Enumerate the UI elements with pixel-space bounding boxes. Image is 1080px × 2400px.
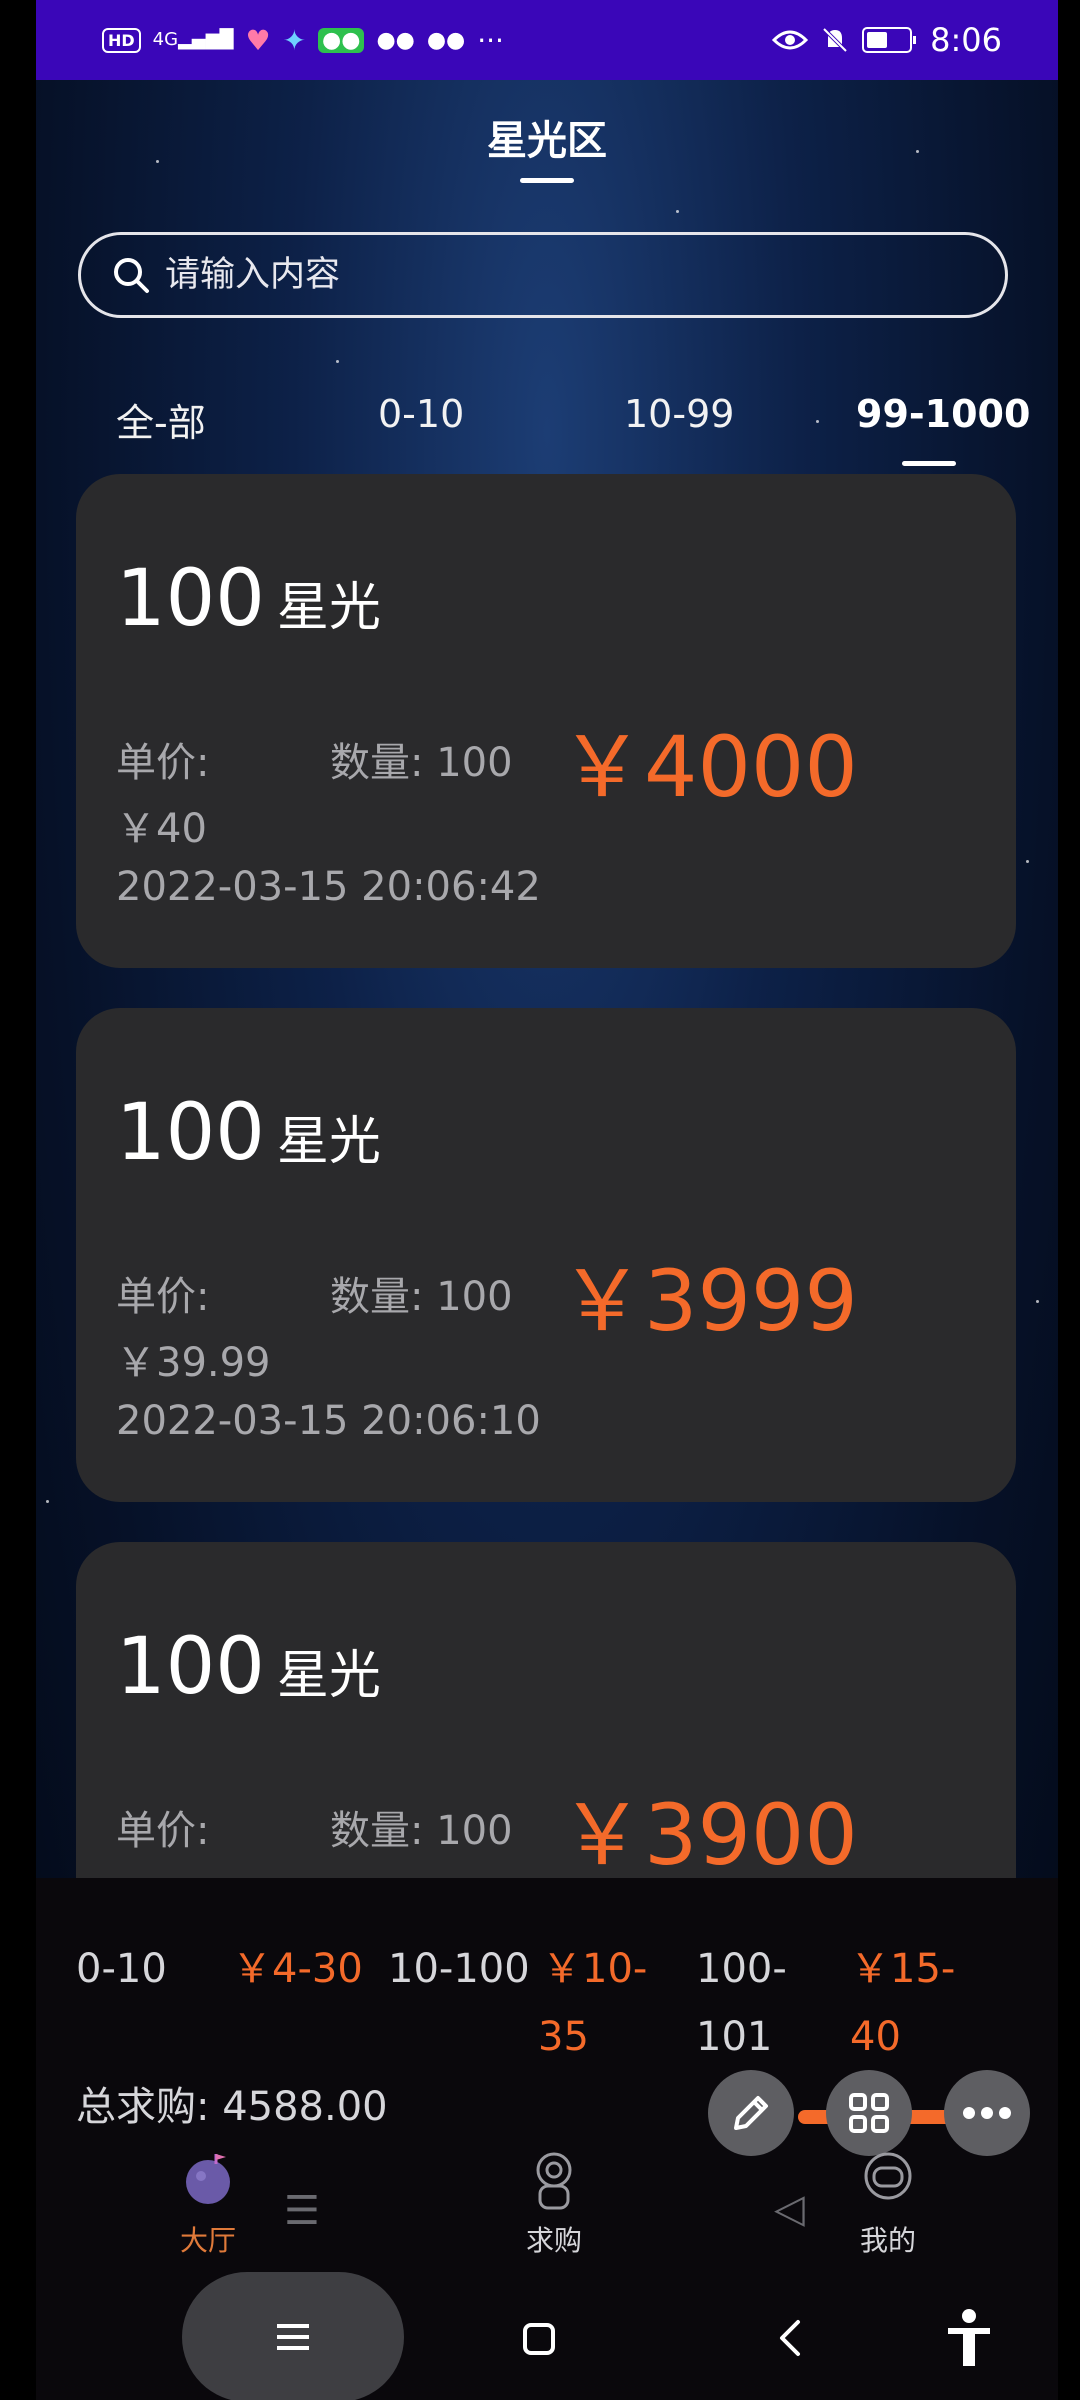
listing-card[interactable]: 100 星光 单价: 数量: 100 ￥4000 ￥40 2022-03-15 2… <box>76 474 1016 968</box>
nav-hall[interactable]: 大厅 <box>168 2148 248 2259</box>
listing-timestamp: 2022-03-15 20:06:10 <box>116 1398 541 1444</box>
planet-icon <box>186 2154 230 2204</box>
listing-amount: 100 星光 <box>116 1088 381 1178</box>
amount-unit: 星光 <box>276 578 381 638</box>
tab-0-10[interactable]: 0-10 <box>378 392 464 436</box>
pencil-icon <box>734 2096 768 2130</box>
unit-price-value: ￥40 <box>116 806 207 852</box>
summary-range: 101 <box>696 2014 773 2060</box>
listing-card[interactable]: 100 星光 单价: 数量: 100 ￥3999 ￥39.99 2022-03-1… <box>76 1008 1016 1502</box>
network-label: 4G <box>152 29 179 50</box>
astronaut-icon <box>536 2152 572 2210</box>
helmet-icon <box>864 2152 912 2200</box>
search-input[interactable] <box>163 254 967 296</box>
hd-icon: HD <box>102 27 141 53</box>
grid-icon <box>849 2093 889 2133</box>
star-decoration <box>46 1500 49 1503</box>
grid-button[interactable] <box>826 2070 912 2156</box>
battery-icon <box>862 27 917 53</box>
back-icon[interactable] <box>776 2318 804 2358</box>
unit-price-label: 单价: <box>116 1274 210 1320</box>
amount-value: 100 <box>116 554 265 644</box>
search-bar[interactable] <box>78 232 1008 318</box>
price-range-summary: 0-10 ￥4-30 10-100 ￥10- 35 100- 101 ￥15- … <box>36 1935 1058 2075</box>
listing-amount: 100 星光 <box>116 1622 381 1712</box>
summary-price: ￥4-30 <box>232 1946 363 1992</box>
amount-unit: 星光 <box>276 1112 381 1172</box>
accessibility-icon[interactable] <box>944 2308 994 2368</box>
star-decoration <box>676 210 679 213</box>
quantity-label: 数量: 100 <box>330 1808 513 1854</box>
summary-price: ￥15- <box>850 1946 956 1992</box>
menu-pill-button[interactable] <box>182 2272 404 2400</box>
amount-value: 100 <box>116 1622 265 1712</box>
broom-icon: ✦ <box>282 23 307 57</box>
total-price: ￥3900 <box>560 1786 858 1884</box>
total-price: ￥4000 <box>560 718 858 816</box>
nav-mine[interactable]: 我的 <box>848 2148 928 2259</box>
nav-request[interactable]: 求购 <box>514 2148 594 2259</box>
mute-bell-icon <box>822 27 848 53</box>
wechat-icon: ●● <box>376 27 415 53</box>
unit-price-label: 单价: <box>116 1808 210 1854</box>
unit-price-label: 单价: <box>116 740 210 786</box>
menu-overlay-icon: ☰ <box>284 2188 320 2234</box>
system-navigation <box>36 2268 1058 2400</box>
tab-10-99[interactable]: 10-99 <box>624 392 734 436</box>
summary-range: 10-100 <box>388 1946 530 1992</box>
more-icon <box>963 2107 1011 2119</box>
quantity-label: 数量: 100 <box>330 740 513 786</box>
tab-all[interactable]: 全-部 <box>116 392 206 447</box>
active-tab-indicator <box>902 461 956 466</box>
unit-price-value: ￥39.99 <box>116 1340 271 1386</box>
home-square-icon[interactable] <box>522 2322 556 2356</box>
back-overlay-icon: ◁ <box>774 2186 805 2232</box>
app-frame: HD 4G▂▄▆█ ♥ ✦ ●● ●● ●● ··· 8:06 星光区 全-部 … <box>36 0 1058 2400</box>
quantity-label: 数量: 100 <box>330 1274 513 1320</box>
more-notifications-icon: ··· <box>477 23 504 57</box>
filter-tabs: 全-部 0-10 10-99 99-1000 <box>36 392 1058 452</box>
summary-price: ￥10- <box>542 1946 648 1992</box>
pencil-button[interactable] <box>708 2070 794 2156</box>
status-bar: HD 4G▂▄▆█ ♥ ✦ ●● ●● ●● ··· 8:06 <box>36 0 1058 80</box>
search-icon <box>114 258 149 293</box>
amount-value: 100 <box>116 1088 265 1178</box>
amount-unit: 星光 <box>276 1646 381 1706</box>
listing-amount: 100 星光 <box>116 554 381 644</box>
total-demand: 总求购: 4588.00 <box>76 2084 388 2130</box>
page-title: 星光区 <box>487 118 607 164</box>
nav-label: 大厅 <box>179 2224 236 2257</box>
eye-icon <box>772 30 809 50</box>
wechat-icon: ●● <box>318 27 365 53</box>
more-button[interactable] <box>944 2070 1030 2156</box>
nav-label: 求购 <box>525 2224 582 2257</box>
listing-timestamp: 2022-03-15 20:06:42 <box>116 864 541 910</box>
summary-range: 0-10 <box>76 1946 167 1992</box>
tab-99-1000[interactable]: 99-1000 <box>856 392 1030 436</box>
menu-icon <box>277 2324 309 2350</box>
star-decoration <box>336 360 339 363</box>
summary-price: 35 <box>538 2014 589 2060</box>
total-price: ￥3999 <box>560 1252 858 1350</box>
star-decoration <box>1026 860 1029 863</box>
summary-range: 100- <box>696 1946 787 1992</box>
summary-price: 40 <box>850 2014 901 2060</box>
title-underline <box>520 178 574 183</box>
nav-label: 我的 <box>859 2224 916 2257</box>
wechat-icon: ●● <box>426 27 466 53</box>
signal-4g-icon: 4G▂▄▆█ <box>152 29 234 50</box>
clock: 8:06 <box>930 21 1002 59</box>
heart-icon: ♥ <box>245 23 271 57</box>
star-decoration <box>1036 1300 1039 1303</box>
